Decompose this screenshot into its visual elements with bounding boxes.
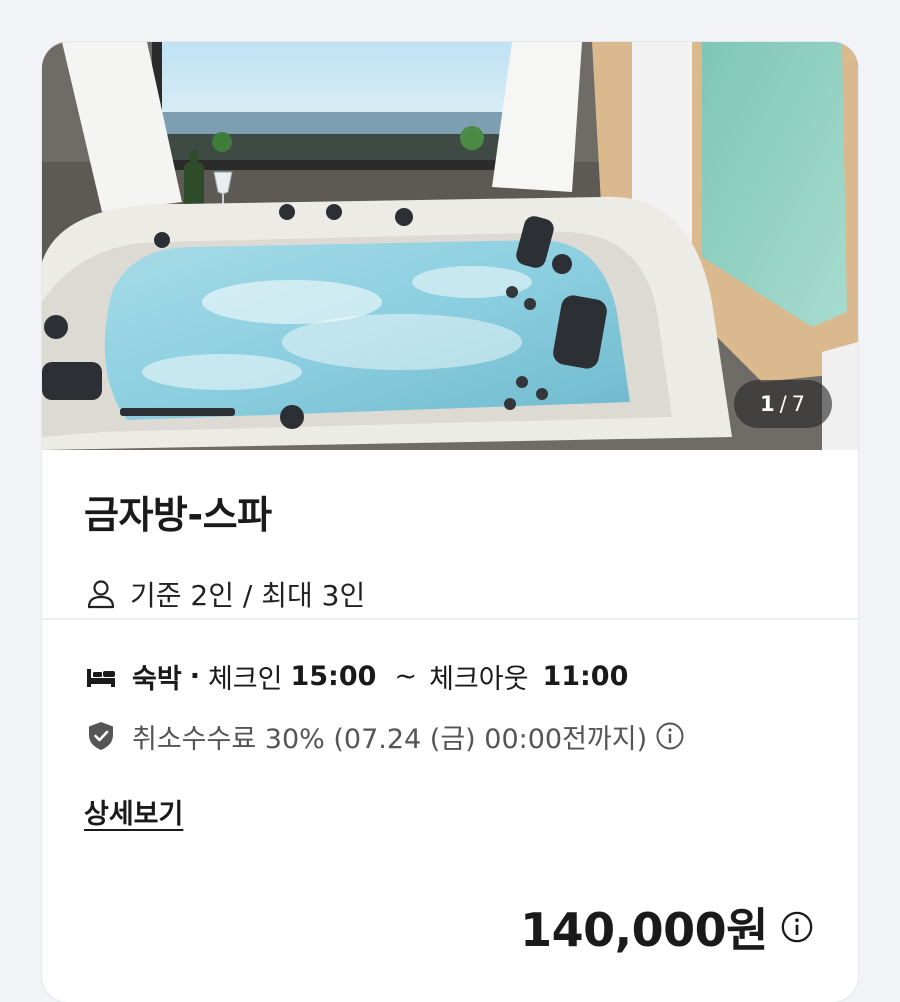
price-amount: 140,000원 [520, 903, 768, 957]
checkin-row: 숙박 · 체크인 15:00 ~ 체크아웃 11:00 [84, 656, 816, 696]
info-circle-icon[interactable] [655, 721, 685, 751]
image-counter-badge: 1 / 7 [734, 380, 832, 428]
room-name: 금자방-스파 [84, 493, 272, 537]
checkin-label: 체크인 [207, 663, 283, 695]
stay-separator: · [189, 660, 200, 692]
capacity-row: 기준 2인 / 최대 3인 [84, 574, 816, 614]
capacity-text: 기준 2인 / 최대 3인 [130, 579, 366, 612]
checkin-time: 15:00 [290, 660, 377, 692]
room-card: 1 / 7 금자방-스파 기준 2인 / 최대 3인 숙박 · 체크인 15:0… [42, 42, 858, 1002]
room-photo-carousel[interactable]: 1 / 7 [42, 42, 858, 450]
cancellation-row: 취소수수료 30% (07.24 (금) 00:00전까지) [84, 716, 816, 756]
image-counter-separator: / [779, 392, 788, 416]
image-counter-current: 1 [759, 392, 776, 416]
stay-type: 숙박 [132, 663, 182, 695]
details-link[interactable]: 상세보기 [84, 792, 183, 831]
cancellation-fee-text: 취소수수료 30% (07.24 (금) 00:00전까지) [132, 723, 648, 755]
image-counter-total: 7 [791, 392, 807, 416]
checkout-time: 11:00 [542, 660, 629, 692]
price-row: 140,000원 [520, 894, 814, 960]
shield-check-icon [89, 722, 113, 750]
room-photo[interactable] [42, 42, 858, 450]
stay-info-section: 숙박 · 체크인 15:00 ~ 체크아웃 11:00 취소수수료 30% (0… [42, 620, 858, 831]
checkout-label: 체크아웃 [429, 663, 529, 695]
bed-icon [87, 669, 115, 687]
price-info-icon[interactable] [780, 910, 814, 944]
time-range-tilde: ~ [394, 660, 418, 692]
room-info-section: 금자방-스파 기준 2인 / 최대 3인 [42, 450, 858, 620]
person-icon [87, 580, 115, 609]
